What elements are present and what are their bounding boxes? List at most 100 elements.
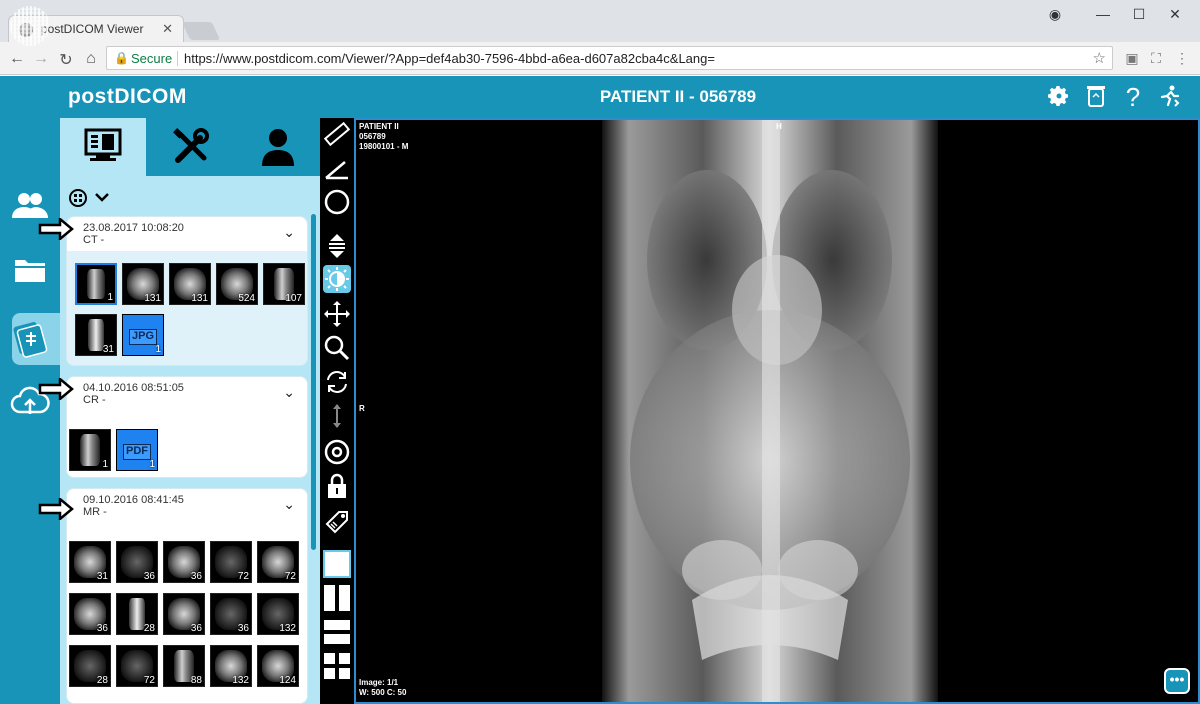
series-thumbnail[interactable]: 36 [116,541,158,583]
series-thumbnail[interactable]: 124 [257,645,299,687]
new-tab-button[interactable] [181,22,221,40]
series-thumbnail[interactable]: 131 [122,263,164,305]
flip-icon[interactable] [323,402,351,430]
lock-icon[interactable] [323,472,351,500]
study-card[interactable]: 23.08.2017 10:08:20 CT - ⌄ 1 131 131 524… [66,216,308,366]
series-thumbnail[interactable]: 524 [216,263,258,305]
series-thumbnail[interactable]: 36 [163,593,205,635]
series-thumbnail[interactable]: 132 [257,593,299,635]
layout-1x2-icon[interactable] [323,584,351,612]
series-thumbnail[interactable]: 31 [75,314,117,356]
study-card[interactable]: 09.10.2016 08:41:45 MR - ⌄ 31 36 36 72 7… [66,488,308,704]
series-thumbnail[interactable]: 88 [163,645,205,687]
series-thumbnail[interactable]: 107 [263,263,305,305]
menu-icon[interactable]: ⋮ [1172,50,1192,67]
study-panel: 23.08.2017 10:08:20 CT - ⌄ 1 131 131 524… [60,118,322,704]
patient-tab[interactable] [236,118,322,176]
close-window-icon[interactable]: ✕ [1160,6,1190,23]
series-thumbnail[interactable]: 31 [69,541,111,583]
folder-icon[interactable] [8,256,52,300]
study-modality: CR - [83,394,106,406]
pan-icon[interactable] [323,300,351,328]
close-tab-icon[interactable]: ✕ [162,21,173,37]
studies-icon[interactable] [8,318,52,362]
series-thumbnail[interactable]: 36 [69,593,111,635]
series-count: 132 [279,623,296,634]
layout-1x1-icon[interactable] [323,550,351,578]
minimize-icon[interactable]: — [1088,6,1118,22]
bookmark-star-icon[interactable]: ☆ [1093,49,1106,67]
series-thumbnail[interactable]: 1 [69,429,111,471]
back-icon[interactable]: ← [6,50,28,68]
patient-overlay: PATIENT II 056789 19800101 - M [359,122,408,152]
address-bar: ← → ↻ ⌂ 🔒 Secure https://www.postdicom.c… [0,42,1200,75]
series-count: 107 [285,293,302,304]
series-thumbnail[interactable]: 1 [75,263,117,305]
ellipse-icon[interactable] [323,188,351,216]
series-thumbnail[interactable]: 131 [169,263,211,305]
chevron-down-icon[interactable]: ⌄ [283,496,295,513]
image-viewport[interactable]: PATIENT II 056789 19800101 - M H R Image… [354,118,1200,704]
series-thumbnail[interactable]: 72 [257,541,299,583]
secure-label: Secure [131,51,173,66]
series-count: 36 [143,571,155,582]
panel-scrollbar[interactable] [311,214,316,550]
series-count: 28 [143,623,155,634]
study-card[interactable]: 04.10.2016 08:51:05 CR - ⌄ 1 PDF 1 [66,376,308,478]
exit-icon[interactable] [1157,84,1183,110]
series-thumbnail[interactable]: 28 [116,593,158,635]
ruler-icon[interactable] [323,120,351,148]
study-header[interactable]: 09.10.2016 08:41:45 MR - ⌄ [67,489,307,523]
window-level-icon[interactable] [323,265,351,293]
trash-icon[interactable] [1083,84,1109,110]
series-count: 1 [155,344,161,355]
series-count: 1 [102,459,108,470]
xray-image [602,120,938,702]
jpg-attachment-thumbnail[interactable]: JPG 1 [122,314,164,356]
study-header[interactable]: 04.10.2016 08:51:05 CR - ⌄ [67,377,307,411]
profile-icon[interactable]: ◉ [1040,6,1070,23]
more-options-button[interactable]: ••• [1164,668,1190,694]
home-icon[interactable]: ⌂ [80,50,102,68]
gear-icon[interactable] [1046,84,1072,110]
url-input[interactable]: 🔒 Secure https://www.postdicom.com/Viewe… [106,46,1113,70]
series-thumbnail[interactable]: 36 [210,593,252,635]
pdf-attachment-thumbnail[interactable]: PDF 1 [116,429,158,471]
series-thumbnail[interactable]: 72 [116,645,158,687]
series-thumbnail[interactable]: 28 [69,645,111,687]
tools-tab[interactable] [148,118,234,176]
rotate-icon[interactable] [323,368,351,396]
cast-icon[interactable]: ⛶ [1146,50,1166,67]
browser-tab-bar: postDICOM Viewer ✕ ◉ — ☐ ✕ [0,0,1200,42]
layout-2x2-icon[interactable] [323,652,351,680]
layout-2x1-icon[interactable] [323,618,351,646]
image-index-label: Image: 1/1 [359,678,399,687]
window-level-label: W: 500 C: 50 [359,688,407,697]
layout-toggle-button[interactable] [68,188,118,208]
angle-icon[interactable] [323,154,351,182]
chevron-down-icon[interactable]: ⌄ [283,384,295,401]
maximize-icon[interactable]: ☐ [1124,6,1154,23]
tag-icon[interactable] [323,506,351,534]
series-thumbnail[interactable]: 72 [210,541,252,583]
series-thumbnail[interactable]: 36 [163,541,205,583]
series-count: 28 [96,675,108,686]
viewer-tab[interactable] [60,118,146,176]
reload-icon[interactable]: ↻ [55,50,77,70]
extension-icon[interactable]: ▣ [1122,50,1142,67]
series-count: 131 [144,293,161,304]
study-header[interactable]: 23.08.2017 10:08:20 CT - ⌄ [67,217,307,251]
forward-icon[interactable]: → [30,50,52,68]
settings-icon[interactable] [323,438,351,466]
help-icon[interactable]: ? [1120,84,1146,110]
separator [177,51,178,66]
study-modality: MR - [83,506,107,518]
stack-scroll-icon[interactable] [323,232,351,260]
series-thumbnail[interactable]: 132 [210,645,252,687]
orientation-top: H [776,122,782,131]
attachment-type-label: PDF [123,444,151,460]
tab-title: postDICOM Viewer [41,22,144,36]
chevron-down-icon[interactable]: ⌄ [283,224,295,241]
zoom-icon[interactable] [323,334,351,362]
attachment-type-label: JPG [129,329,157,345]
